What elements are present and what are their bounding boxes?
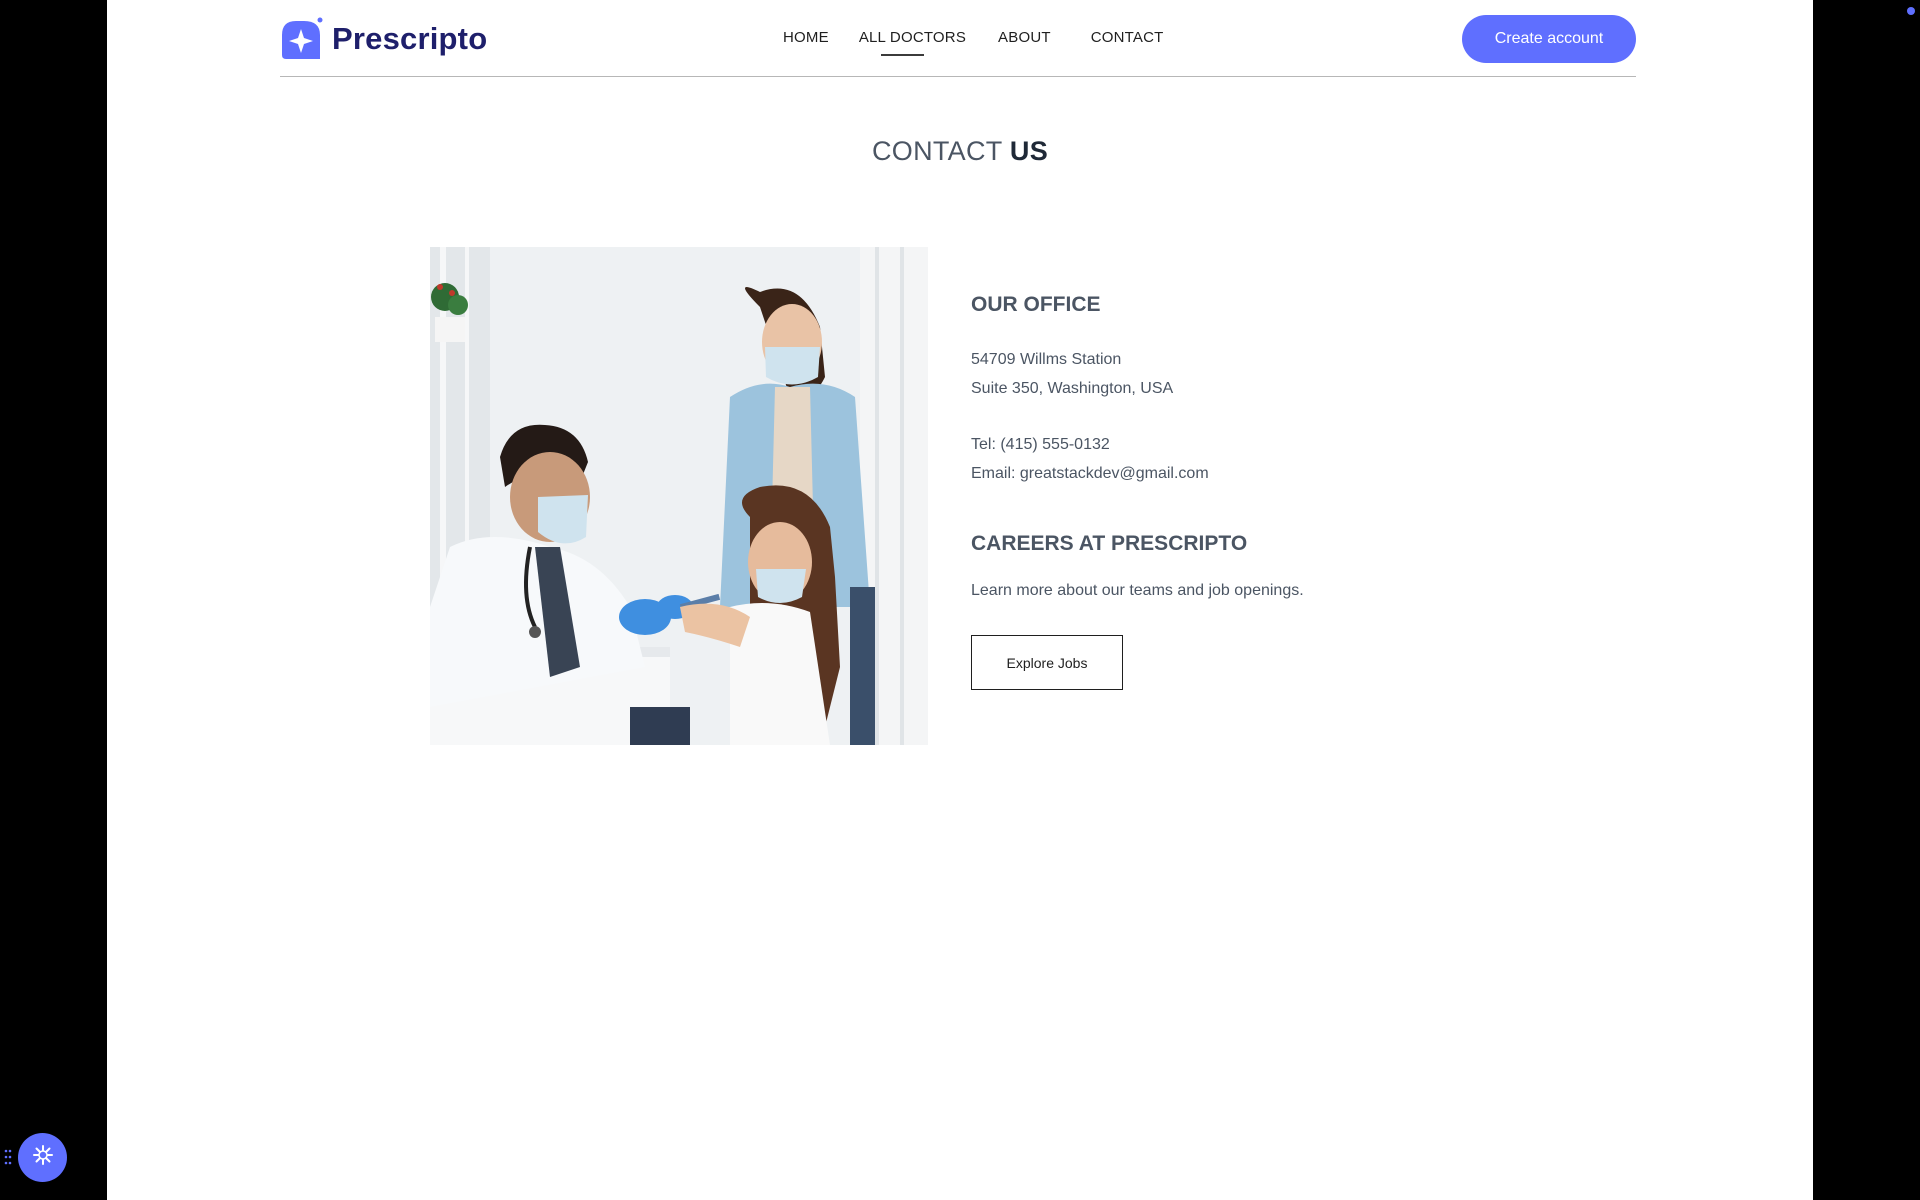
nav-home[interactable]: HOME [783,29,829,46]
office-address-line2: Suite 350, Washington, USA [971,380,1174,397]
status-dot [1907,7,1915,15]
logo[interactable]: Prescripto [280,17,487,61]
floating-assistant-button[interactable] [18,1133,67,1182]
create-account-button[interactable]: Create account [1462,15,1636,63]
contact-photo [430,247,928,745]
page-title-light: CONTACT [871,136,1003,166]
active-nav-underline [880,54,924,56]
nav-all-doctors[interactable]: ALL DOCTORS [858,29,967,56]
nav-links: HOME ALL DOCTORS ABOUT CONTACT [783,29,1164,56]
sparkle-icon [32,1144,54,1171]
office-email: Email: greatstackdev@gmail.com [971,465,1209,482]
nav-all-doctors-label: ALL DOCTORS [858,29,967,46]
office-phone: Tel: (415) 555-0132 [971,436,1110,453]
explore-jobs-button[interactable]: Explore Jobs [971,635,1123,690]
drag-handle-icon[interactable] [4,1149,12,1165]
nav-contact[interactable]: CONTACT [1091,29,1164,46]
office-title: OUR OFFICE [971,293,1101,316]
star-badge-icon [280,17,324,61]
careers-text: Learn more about our teams and job openi… [971,582,1304,599]
office-address-line1: 54709 Willms Station [971,351,1122,368]
careers-title: CAREERS AT PRESCRIPTO [971,532,1248,555]
page-title: CONTACT US [107,136,1813,167]
nav-about[interactable]: ABOUT [998,29,1051,46]
navbar: Prescripto HOME ALL DOCTORS ABOUT CONTAC… [280,0,1636,77]
page-title-bold: US [1009,136,1049,166]
page: Prescripto HOME ALL DOCTORS ABOUT CONTAC… [107,0,1813,1200]
logo-text: Prescripto [332,21,488,56]
